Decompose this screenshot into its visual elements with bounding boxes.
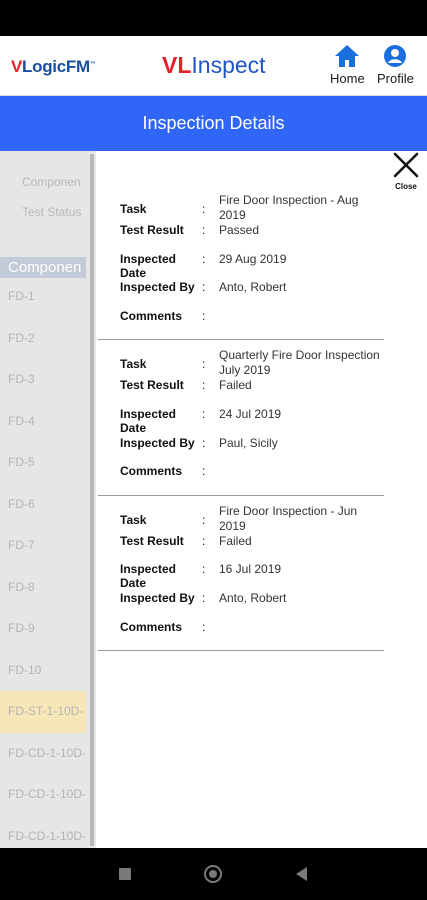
task-label: Task [120,357,147,372]
task-value: Quarterly Fire Door Inspection July 2019 [219,348,380,378]
list-item-selected[interactable]: FD-ST-1-10D- [0,691,86,733]
separator: : [202,202,206,216]
close-button[interactable]: Close [388,151,424,191]
component-filter-label: Componen [22,175,81,189]
vlinspect-logo: VLInspect [162,52,266,78]
component-list-header: Componen [0,257,86,278]
list-item[interactable]: FD-1 [0,276,86,318]
inspection-records: Task: Fire Door Inspection - Aug 2019 Tes… [98,193,384,652]
inspection-record: Task: Quarterly Fire Door Inspection July… [98,340,384,496]
system-navigation-bar [0,848,427,900]
separator: : [202,357,206,372]
list-item[interactable]: FD-CD-1-10D- [0,733,86,775]
inspected-by-label: Inspected By [120,590,195,605]
inspection-detail-panel: Close Task: Fire Door Inspection - Aug 20… [96,151,427,848]
separator: : [202,435,206,450]
separator: : [202,406,206,421]
list-item[interactable]: FD-7 [0,525,86,567]
android-home-icon[interactable] [204,865,222,883]
profile-icon [383,44,407,71]
inspection-record: Task: Fire Door Inspection - Aug 2019 Tes… [98,193,384,341]
inspected-date-label: Inspected Date [120,406,177,435]
separator: : [202,251,206,266]
list-item[interactable]: FD-9 [0,608,86,650]
inspected-date-value: 24 Jul 2019 [219,406,282,421]
profile-button[interactable]: Profile [377,44,414,86]
separator: : [202,308,206,323]
separator: : [202,464,206,479]
inspected-date-value: 16 Jul 2019 [219,562,282,577]
comments-label: Comments [120,464,183,479]
inspected-date-label: Inspected Date [120,251,177,280]
list-item[interactable]: FD-3 [0,359,86,401]
comments-label: Comments [120,619,183,634]
test-status-filter-label: Test Status [22,205,82,219]
inspected-date-label: Inspected Date [120,562,177,591]
separator: : [202,619,206,634]
separator: : [202,223,206,237]
list-item[interactable]: FD-8 [0,567,86,609]
comments-label: Comments [120,308,183,323]
task-value: Fire Door Inspection - Jun 2019 [219,503,358,533]
inspected-by-label: Inspected By [120,280,195,295]
test-result-value: Passed [219,223,260,237]
test-result-label: Test Result [120,223,184,237]
separator: : [202,280,206,295]
home-icon [334,44,360,71]
inspected-by-value: Anto, Robert [219,590,287,605]
inspected-date-value: 29 Aug 2019 [219,251,287,266]
close-icon [392,151,420,184]
home-label: Home [330,71,365,86]
test-result-label: Test Result [120,533,184,548]
home-button[interactable]: Home [330,44,365,86]
panel-divider [90,154,94,846]
list-item[interactable]: FD-2 [0,318,86,360]
recents-icon[interactable] [119,868,131,880]
test-result-label: Test Result [120,378,184,393]
inspected-by-value: Anto, Robert [219,280,287,295]
separator: : [202,512,206,527]
list-item[interactable]: FD-6 [0,484,86,526]
task-value: Fire Door Inspection - Aug 2019 [219,193,359,222]
back-icon[interactable] [296,867,307,881]
inspection-record: Task: Fire Door Inspection - Jun 2019 Tes… [98,496,384,652]
inspected-by-value: Paul, Sicily [219,435,278,450]
separator: : [202,562,206,577]
vlogicfm-logo: VLogicFM™ [11,57,96,76]
test-result-value: Failed [219,378,252,393]
task-label: Task [120,202,147,216]
separator: : [202,533,206,548]
task-label: Task [120,512,147,527]
list-item[interactable]: FD-10 [0,650,86,692]
list-item[interactable]: FD-5 [0,442,86,484]
status-bar [0,0,427,36]
list-item[interactable]: FD-4 [0,401,86,443]
separator: : [202,378,206,393]
inspected-by-label: Inspected By [120,435,195,450]
list-item[interactable]: FD-CD-1-10D- [0,774,86,816]
profile-label: Profile [377,71,414,86]
test-result-value: Failed [219,533,252,548]
close-label: Close [395,182,417,191]
app-header: VLogicFM™ VLInspect Home Profile [0,36,427,96]
page-title: Inspection Details [0,96,427,151]
separator: : [202,590,206,605]
component-list: FD-1 FD-2 FD-3 FD-4 FD-5 FD-6 FD-7 FD-8 … [0,276,86,857]
